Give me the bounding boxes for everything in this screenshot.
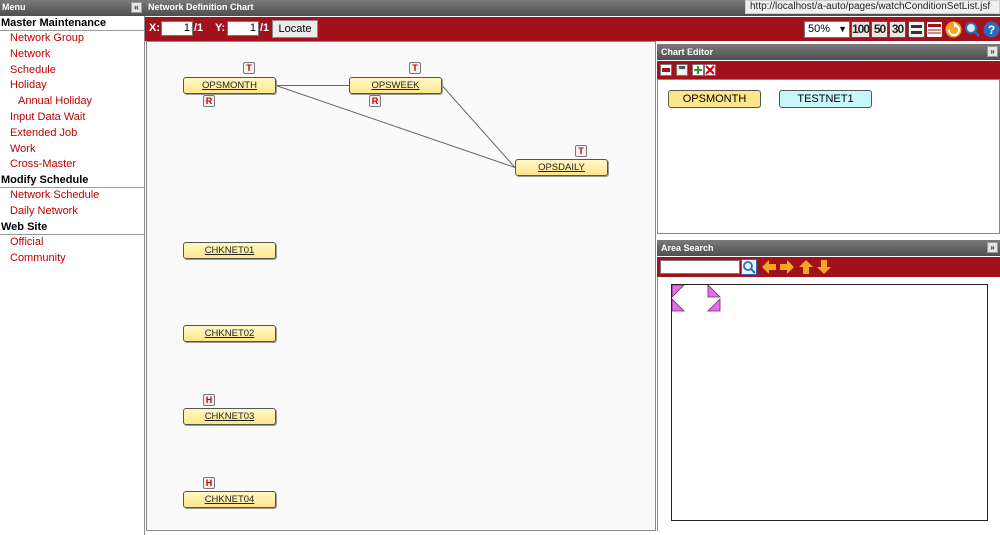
sidebar-item-official[interactable]: Official xyxy=(0,235,144,251)
area-overview-map[interactable] xyxy=(671,284,988,521)
new-icon[interactable] xyxy=(660,64,672,76)
badge-t-opsweek: T xyxy=(409,62,421,74)
node-chknet03[interactable]: CHKNET03 xyxy=(183,408,276,425)
node-chknet02[interactable]: CHKNET02 xyxy=(183,325,276,342)
refresh-icon[interactable] xyxy=(945,21,962,38)
chart-editor-title: Chart Editor xyxy=(661,47,714,57)
chevron-down-icon: ▼ xyxy=(838,24,847,34)
section-title-modify-schedule: Modify Schedule xyxy=(0,173,144,189)
arrow-left-icon[interactable] xyxy=(761,259,777,278)
zoom-value: 50% xyxy=(808,23,831,35)
grid-layout-icon[interactable] xyxy=(908,21,925,38)
zoom-30-button[interactable]: 30 xyxy=(889,21,906,38)
locate-button[interactable]: Locate xyxy=(272,20,318,38)
svg-text:?: ? xyxy=(988,23,995,37)
area-search-header: Area Search » xyxy=(657,240,1000,256)
sidebar-item-input-data-wait[interactable]: Input Data Wait xyxy=(0,110,144,126)
node-opsmonth[interactable]: OPSMONTH xyxy=(183,77,276,94)
badge-r-opsmonth: R xyxy=(203,95,215,107)
area-search-input[interactable] xyxy=(660,260,740,274)
menu-header: Menu « xyxy=(0,0,145,16)
viewport-marker-icon xyxy=(671,284,721,312)
delete-icon[interactable] xyxy=(704,64,716,76)
sidebar-item-network-group[interactable]: Network Group xyxy=(0,31,144,47)
zoom-100-button[interactable]: 100 xyxy=(851,21,870,38)
badge-t-opsdaily: T xyxy=(575,145,587,157)
collapse-area-search-icon[interactable]: » xyxy=(987,242,998,253)
x-input[interactable]: 1 xyxy=(161,21,193,36)
x-label: X: xyxy=(149,22,160,34)
zoom-50-button[interactable]: 50 xyxy=(871,21,888,38)
badge-r-opsweek: R xyxy=(369,95,381,107)
collapse-menu-icon[interactable]: « xyxy=(131,2,142,13)
menu-title: Menu xyxy=(2,2,26,12)
sidebar-item-schedule[interactable]: Schedule xyxy=(0,63,144,79)
network-chart-canvas[interactable]: OPSMONTH T R OPSWEEK T R OPSDAILY T CHKN… xyxy=(146,41,656,531)
table-icon[interactable] xyxy=(926,21,943,38)
sidebar-item-cross-master[interactable]: Cross-Master xyxy=(0,157,144,173)
save-icon[interactable] xyxy=(676,64,688,76)
sidebar-item-network-schedule[interactable]: Network Schedule xyxy=(0,188,144,204)
badge-h-chknet04: H xyxy=(203,477,215,489)
sidebar-item-network[interactable]: Network xyxy=(0,47,144,63)
area-search-toolbar xyxy=(657,257,1000,277)
node-opsdaily[interactable]: OPSDAILY xyxy=(515,159,608,176)
y-input[interactable]: 1 xyxy=(227,21,259,36)
chart-editor-toolbar xyxy=(657,61,1000,79)
sidebar-item-daily-network[interactable]: Daily Network xyxy=(0,204,144,220)
magnifier-icon[interactable] xyxy=(964,21,981,38)
chart-edges xyxy=(275,85,516,168)
arrow-down-icon[interactable] xyxy=(816,259,832,278)
badge-h-chknet03: H xyxy=(203,394,215,406)
chart-editor-header: Chart Editor » xyxy=(657,44,1000,60)
sidebar-item-holiday[interactable]: Holiday xyxy=(0,78,144,94)
sidebar-item-annual-holiday[interactable]: Annual Holiday xyxy=(0,94,144,110)
sidebar-item-extended-job[interactable]: Extended Job xyxy=(0,126,144,142)
editor-item-testnet1[interactable]: TESTNET1 xyxy=(779,90,872,108)
x-total: /1 xyxy=(194,22,204,34)
url-bar[interactable]: http://localhost/a-auto/pages/watchCondi… xyxy=(745,0,1000,14)
search-icon[interactable] xyxy=(741,259,757,275)
window-title: Network Definition Chart xyxy=(148,2,254,12)
badge-t-opsmonth: T xyxy=(243,62,255,74)
sidebar-item-community[interactable]: Community xyxy=(0,251,144,267)
arrow-right-icon[interactable] xyxy=(779,259,795,278)
arrow-up-icon[interactable] xyxy=(798,259,814,278)
collapse-chart-editor-icon[interactable]: » xyxy=(987,46,998,57)
add-icon[interactable] xyxy=(692,64,704,76)
area-search-title: Area Search xyxy=(661,243,714,253)
node-opsweek[interactable]: OPSWEEK xyxy=(349,77,442,94)
section-title-master-maintenance: Master Maintenance xyxy=(0,16,144,31)
node-chknet01[interactable]: CHKNET01 xyxy=(183,242,276,259)
node-chknet04[interactable]: CHKNET04 xyxy=(183,491,276,508)
sidebar-item-work[interactable]: Work xyxy=(0,142,144,158)
chart-toolbar: X: 1 /1 Y: 1 /1 Locate 50% ▼ 100 50 30 ? xyxy=(145,17,1000,41)
zoom-select[interactable]: 50% ▼ xyxy=(804,21,850,38)
section-title-web-site: Web Site xyxy=(0,220,144,235)
y-total: /1 xyxy=(260,22,270,34)
help-icon[interactable]: ? xyxy=(983,21,1000,38)
y-label: Y: xyxy=(215,22,226,34)
area-search-panel xyxy=(657,277,1000,531)
chart-editor-area[interactable]: OPSMONTH TESTNET1 xyxy=(657,79,1000,234)
editor-item-opsmonth[interactable]: OPSMONTH xyxy=(668,90,761,108)
sidebar: Master Maintenance Network Group Network… xyxy=(0,16,145,535)
